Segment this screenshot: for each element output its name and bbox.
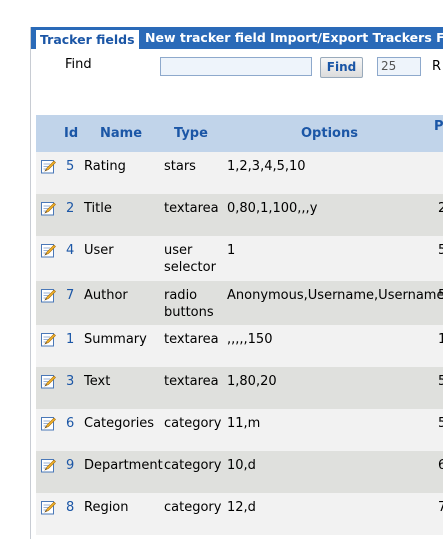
table-row: 1 Summary textarea ,,,,,150 1 bbox=[36, 325, 443, 367]
field-extra: 5 bbox=[438, 243, 443, 258]
header-name[interactable]: Name bbox=[100, 126, 142, 141]
field-id-link[interactable]: 6 bbox=[66, 415, 74, 432]
tab-bar: Tracker fields New tracker field Import/… bbox=[31, 27, 443, 49]
header-id[interactable]: Id bbox=[64, 126, 78, 141]
field-type-line: buttons bbox=[164, 305, 214, 320]
tab-import-export[interactable]: Import/Export Trackers Fiel bbox=[270, 27, 443, 49]
field-extra: 2 bbox=[438, 201, 443, 216]
find-button[interactable]: Find bbox=[320, 57, 363, 78]
table-row: 2 Title textarea 0,80,1,100,,,y 2 bbox=[36, 194, 443, 236]
header-extra[interactable]: P bbox=[434, 119, 443, 134]
field-id-link[interactable]: 5 bbox=[66, 158, 74, 175]
field-type: textarea bbox=[164, 331, 219, 348]
field-options: 11,m bbox=[227, 416, 261, 431]
field-type: textarea bbox=[164, 200, 219, 217]
field-id-link[interactable]: 2 bbox=[66, 200, 74, 217]
edit-icon[interactable] bbox=[41, 458, 56, 473]
left-border bbox=[30, 27, 31, 539]
edit-icon[interactable] bbox=[41, 288, 56, 303]
table-row: 7 Author radio buttons Anonymous,Username,Us… bbox=[36, 281, 443, 325]
field-name: Categories bbox=[84, 416, 155, 431]
edit-icon[interactable] bbox=[41, 374, 56, 389]
field-id-link[interactable]: 4 bbox=[66, 242, 74, 259]
field-options: 0,80,1,100,,,y bbox=[227, 201, 318, 216]
field-id-link[interactable]: 3 bbox=[66, 373, 74, 390]
per-page-input[interactable]: 25 bbox=[377, 57, 421, 76]
table-header: Id Name Type Options P bbox=[36, 115, 443, 152]
field-type-line: textarea bbox=[164, 332, 219, 347]
field-type-line: selector bbox=[164, 260, 216, 275]
field-type: category bbox=[164, 415, 221, 432]
field-name: Department bbox=[84, 458, 163, 473]
field-name: Summary bbox=[84, 332, 147, 347]
field-type-line: radio bbox=[164, 288, 198, 303]
field-type: user selector bbox=[164, 242, 216, 276]
find-label: Find bbox=[65, 57, 92, 72]
field-extra: 7 bbox=[438, 500, 443, 515]
field-type-line: textarea bbox=[164, 374, 219, 389]
field-name: Rating bbox=[84, 159, 126, 174]
field-extra: 5 bbox=[438, 374, 443, 389]
field-id-link[interactable]: 7 bbox=[66, 287, 74, 304]
field-options: 1,80,20 bbox=[227, 374, 277, 389]
trailing-label: R bbox=[432, 59, 442, 74]
field-extra: 6 bbox=[438, 458, 443, 473]
field-options: Anonymous,Username,Username bbox=[227, 288, 443, 303]
field-extra: 5 bbox=[438, 288, 443, 303]
field-id-link[interactable]: 8 bbox=[66, 499, 74, 516]
field-extra: 5 bbox=[438, 416, 443, 431]
field-options: ,,,,,150 bbox=[227, 332, 273, 347]
field-type: radio buttons bbox=[164, 287, 214, 321]
edit-icon[interactable] bbox=[41, 332, 56, 347]
field-options: 1 bbox=[227, 243, 236, 258]
field-options: 12,d bbox=[227, 500, 256, 515]
field-type: category bbox=[164, 457, 221, 474]
field-type-line: category bbox=[164, 416, 222, 431]
edit-icon[interactable] bbox=[41, 416, 56, 431]
tab-tracker-fields[interactable]: Tracker fields bbox=[36, 30, 139, 49]
field-name: Region bbox=[84, 500, 129, 515]
field-extra: 1 bbox=[438, 332, 443, 347]
edit-icon[interactable] bbox=[41, 201, 56, 216]
field-type-line: stars bbox=[164, 159, 196, 174]
table-row: 3 Text textarea 1,80,20 5 bbox=[36, 367, 443, 409]
field-type-line: user bbox=[164, 243, 193, 258]
field-type: stars bbox=[164, 158, 196, 175]
field-type-line: category bbox=[164, 500, 222, 515]
field-options: 10,d bbox=[227, 458, 256, 473]
edit-icon[interactable] bbox=[41, 500, 56, 515]
table-row: 4 User user selector 1 5 bbox=[36, 236, 443, 281]
field-name: Author bbox=[84, 288, 128, 303]
find-input[interactable] bbox=[160, 57, 312, 76]
header-options[interactable]: Options bbox=[301, 126, 358, 141]
field-name: Title bbox=[84, 201, 112, 216]
table-row: 5 Rating stars 1,2,3,4,5,10 bbox=[36, 152, 443, 194]
field-name: Text bbox=[84, 374, 111, 389]
edit-icon[interactable] bbox=[41, 159, 56, 174]
table-row: 9 Department category 10,d 6 bbox=[36, 451, 443, 493]
field-id-link[interactable]: 1 bbox=[66, 331, 74, 348]
field-type: category bbox=[164, 499, 221, 516]
field-name: User bbox=[84, 243, 114, 258]
table-row: 6 Categories category 11,m 5 bbox=[36, 409, 443, 451]
tab-new-tracker-field[interactable]: New tracker field bbox=[145, 27, 266, 49]
table-row: 8 Region category 12,d 7 bbox=[36, 493, 443, 535]
field-id-link[interactable]: 9 bbox=[66, 457, 74, 474]
edit-icon[interactable] bbox=[41, 243, 56, 258]
header-type[interactable]: Type bbox=[174, 126, 208, 141]
field-options: 1,2,3,4,5,10 bbox=[227, 159, 306, 174]
field-type-line: textarea bbox=[164, 201, 219, 216]
field-type-line: category bbox=[164, 458, 222, 473]
field-type: textarea bbox=[164, 373, 219, 390]
